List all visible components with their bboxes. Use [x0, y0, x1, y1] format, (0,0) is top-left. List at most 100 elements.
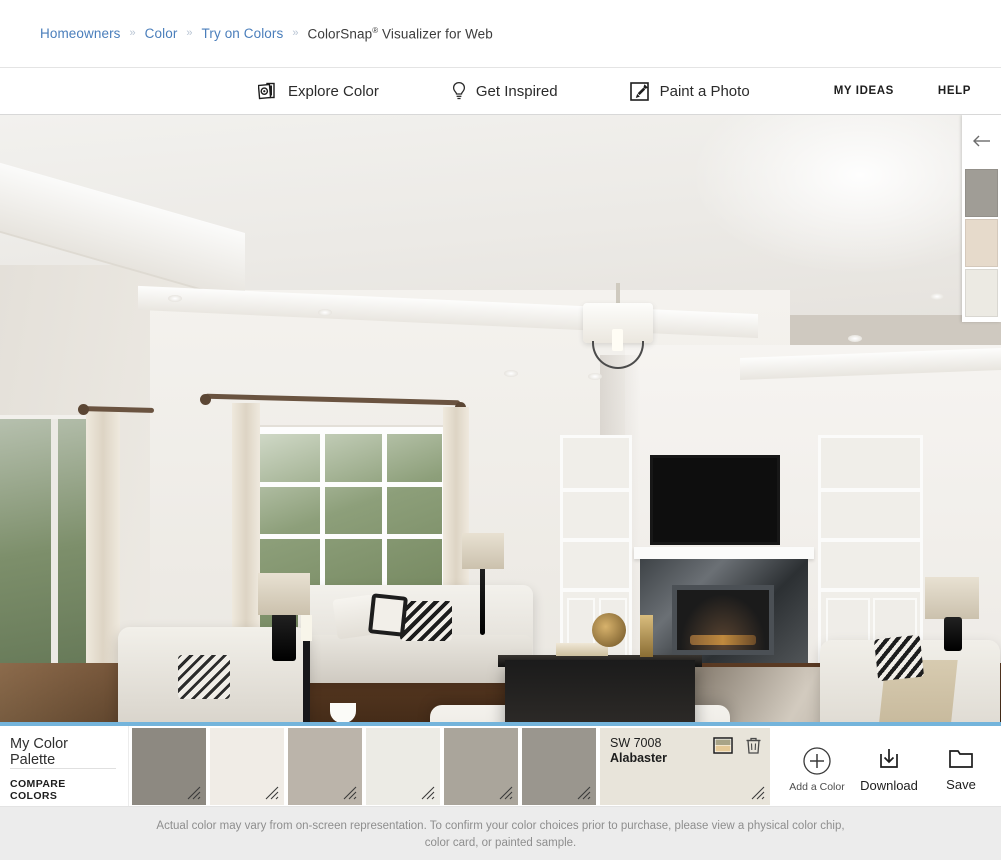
trash-icon[interactable] [745, 736, 762, 755]
paint-photo-icon [629, 81, 651, 102]
palette-swatch-6[interactable] [522, 727, 596, 805]
colorsnap-visualizer-app: Homeowners » Color » Try on Colors » Col… [0, 0, 1001, 860]
shelf [563, 538, 629, 542]
palette-swatch-5[interactable] [444, 727, 518, 805]
shelf [563, 488, 629, 492]
folder-icon [947, 746, 975, 772]
breadcrumb-current-label: ColorSnap [307, 26, 373, 42]
disclaimer-text: Actual color may vary from on-screen rep… [156, 820, 845, 849]
palette-swatch-4[interactable] [366, 727, 440, 805]
curtain-window-left [232, 403, 260, 653]
recessed-light [930, 293, 944, 300]
palette-swatch-1[interactable] [132, 727, 206, 805]
footer-disclaimer: Actual color may vary from on-screen rep… [0, 807, 1001, 860]
selected-color-swatch[interactable]: SW 7008 Alabaster [600, 727, 770, 805]
rail-swatch-tan[interactable] [965, 219, 998, 267]
recessed-light [848, 335, 862, 342]
collapse-rail-button[interactable] [962, 115, 1001, 167]
breadcrumb-separator: » [186, 27, 193, 39]
nav-link-help[interactable]: HELP [938, 85, 971, 97]
breadcrumb-item-homeowners[interactable]: Homeowners [40, 26, 121, 41]
breadcrumb-item-current: ColorSnap® Visualizer for Web [308, 26, 493, 42]
fireplace-logs [690, 635, 756, 645]
recessed-light [318, 309, 332, 316]
pillow-diagonal-stripe [178, 655, 230, 699]
photo-stage[interactable]: CLEAR AREAS [0, 115, 1001, 722]
television [650, 455, 780, 545]
fireplace-mantel [634, 547, 814, 559]
palette-swatches: SW 7008 Alabaster [129, 726, 770, 806]
palette-swatch-3[interactable] [288, 727, 362, 805]
color-chips-icon [258, 82, 279, 101]
save-button[interactable]: Save [925, 740, 997, 792]
palette-swatch-2[interactable] [210, 727, 284, 805]
table-lamp-shade-right [925, 577, 979, 619]
pillow-framed [368, 593, 408, 637]
compare-colors-button[interactable]: COMPARE COLORS [10, 768, 116, 802]
table-lamp-shade-left [258, 573, 310, 615]
teacup [330, 703, 356, 722]
shelf [821, 588, 920, 592]
nav-label-paint-a-photo: Paint a Photo [659, 82, 750, 100]
curtain-rod-finial [200, 394, 211, 405]
window-mullion [260, 482, 442, 487]
nav-item-explore-color[interactable]: Explore Color [258, 82, 379, 101]
nav-item-paint-a-photo[interactable]: Paint a Photo [629, 81, 750, 102]
candlestick [303, 637, 310, 722]
shelf [563, 588, 629, 592]
nav-label-get-inspired: Get Inspired [475, 82, 558, 100]
pillow-chevron [400, 601, 452, 641]
recessed-light [504, 370, 518, 377]
rail-swatch-gray[interactable] [965, 169, 998, 217]
resize-hatch-icon [577, 786, 591, 799]
nav-item-get-inspired[interactable]: Get Inspired [451, 81, 558, 101]
ceiling-light-stem [616, 283, 620, 305]
breadcrumb-item-color[interactable]: Color [145, 26, 178, 41]
floor-lamp-pole [480, 565, 485, 635]
shelf [821, 538, 920, 542]
vase-gold [640, 615, 653, 657]
download-button[interactable]: Download [853, 739, 925, 793]
nav-right-links: MY IDEAS HELP [834, 85, 971, 97]
download-label: Download [860, 778, 918, 793]
breadcrumb-item-try-on-colors[interactable]: Try on Colors [202, 26, 284, 41]
palette-title: My Color Palette [10, 736, 69, 768]
add-a-color-button[interactable]: Add a Color [781, 740, 853, 793]
candle [301, 615, 312, 641]
palette-actions: Add a Color Download Save [781, 726, 1001, 806]
main-navigation: Explore Color Get Inspired Paint a Photo… [0, 68, 1001, 115]
sculpture-spiral [592, 613, 626, 647]
pillow-chevron-right [873, 634, 925, 682]
color-rail-panel [962, 115, 1001, 322]
curtain-rod-finial [78, 404, 89, 415]
resize-hatch-icon [421, 786, 435, 799]
plus-circle-icon [802, 746, 832, 776]
resize-hatch-icon [499, 786, 513, 799]
breadcrumb-current-suffix: Visualizer for Web [378, 26, 493, 42]
palette-label-group: My Color Palette COMPARE COLORS [0, 726, 129, 806]
room-scene-image[interactable] [0, 115, 1001, 722]
resize-hatch-icon [343, 786, 357, 799]
breadcrumb: Homeowners » Color » Try on Colors » Col… [0, 0, 1001, 68]
nav-label-explore-color: Explore Color [288, 82, 379, 100]
table-lamp-base-right [944, 617, 962, 651]
color-card-icon[interactable] [713, 736, 733, 754]
window-mullion [260, 534, 442, 539]
arrow-left-icon [971, 134, 993, 148]
curtain-left [86, 411, 120, 697]
breadcrumb-separator: » [129, 27, 136, 39]
recessed-light [588, 373, 602, 380]
selected-color-actions [713, 736, 762, 755]
add-a-color-label: Add a Color [789, 780, 845, 793]
breadcrumb-separator: » [292, 27, 299, 39]
table-lamp-base-left [272, 613, 296, 661]
rail-swatch-offwhite[interactable] [965, 269, 998, 317]
nav-link-my-ideas[interactable]: MY IDEAS [834, 85, 894, 97]
save-label: Save [946, 777, 976, 792]
coffee-table [505, 660, 695, 722]
download-icon [875, 745, 903, 773]
resize-hatch-icon [265, 786, 279, 799]
ceiling-glow [690, 115, 1001, 275]
resize-hatch-icon [187, 786, 201, 799]
floor-lamp-shade [462, 533, 504, 569]
